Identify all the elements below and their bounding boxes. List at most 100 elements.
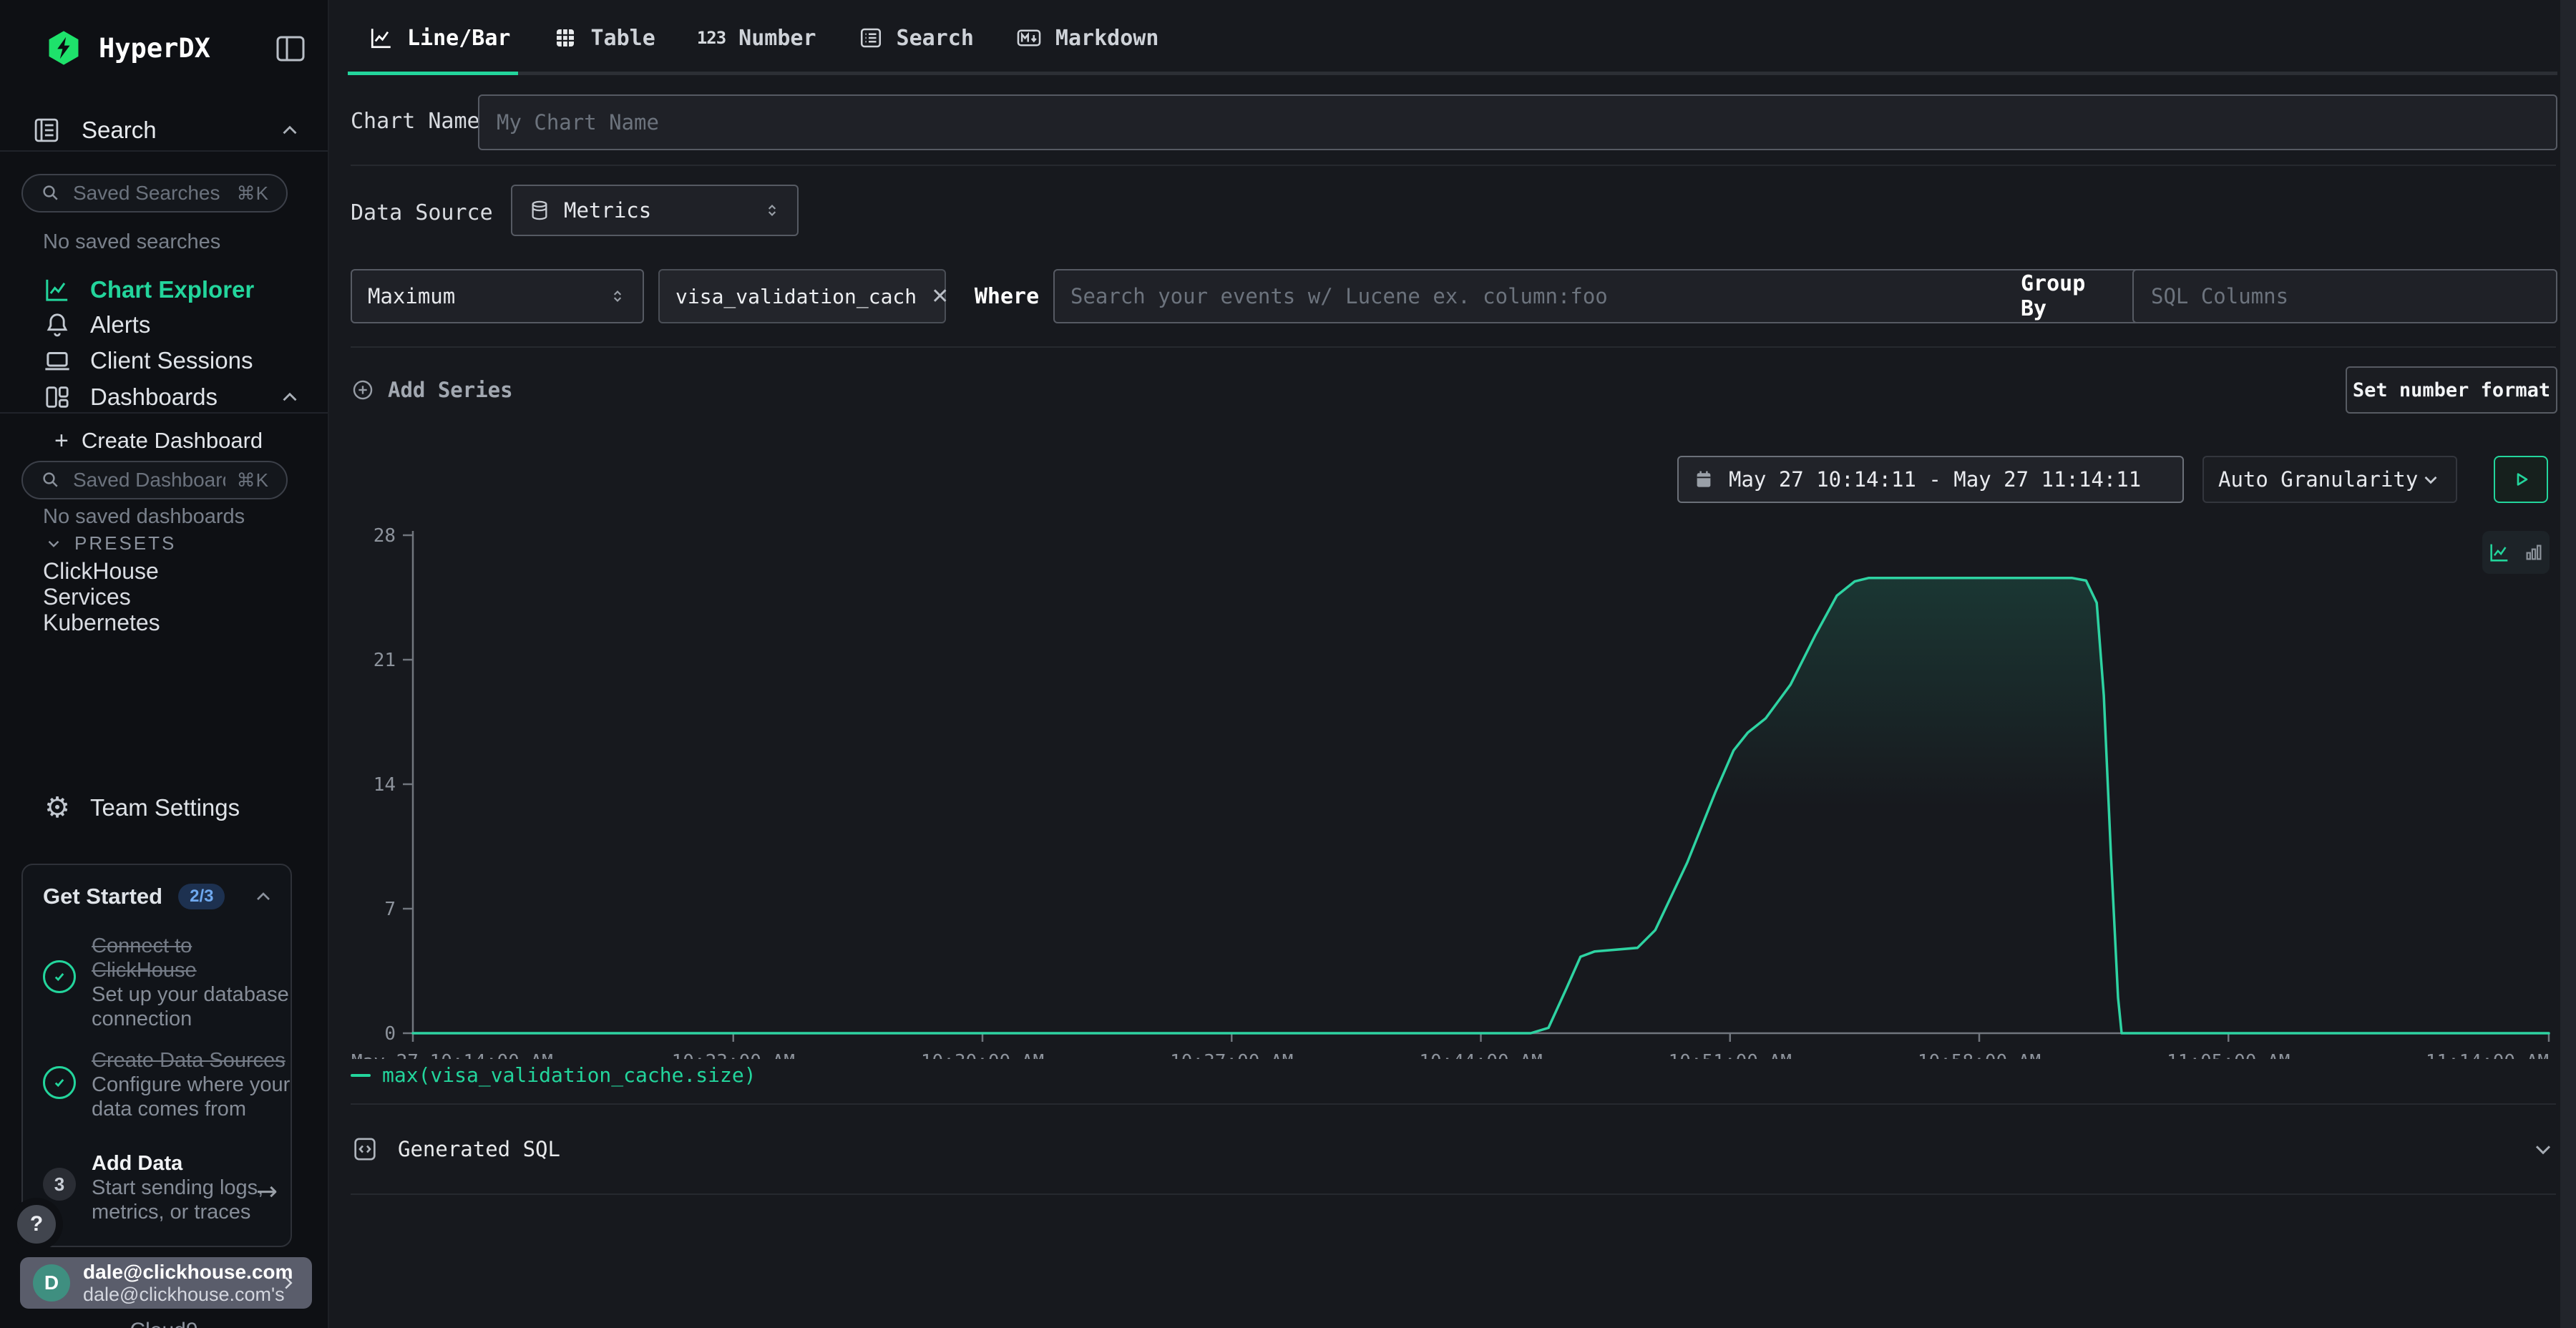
sidebar-section-search[interactable]: Search [0, 113, 328, 147]
line-chart-icon [42, 275, 73, 304]
get-started-item[interactable]: Create Data Sources Configure where your… [92, 1048, 302, 1121]
calendar-icon [1693, 469, 1714, 490]
where-search-input[interactable] [1070, 284, 2177, 308]
metric-tag[interactable]: visa_validation_cach ✕ [658, 269, 946, 323]
tab-table[interactable]: Table [532, 0, 676, 76]
tab-line-bar[interactable]: Line/Bar [348, 0, 532, 76]
step-desc: Configure where your data comes from [92, 1073, 302, 1121]
data-source-select[interactable]: Metrics [511, 185, 799, 236]
where-label: Where [964, 269, 1050, 323]
app-title: HyperDX [99, 33, 210, 64]
sidebar-item-client-sessions[interactable]: Client Sessions [0, 343, 328, 378]
markdown-icon [1015, 24, 1043, 52]
svg-text:10:51:00 AM: 10:51:00 AM [1669, 1051, 1792, 1059]
legend-line-swatch [351, 1074, 371, 1077]
search-icon [40, 469, 62, 491]
chevron-down-icon [44, 534, 63, 553]
code-icon [351, 1135, 379, 1163]
svg-text:21: 21 [374, 650, 396, 671]
user-email: dale@clickhouse.com [83, 1261, 265, 1284]
presets-label: PRESETS [74, 532, 176, 555]
chevron-up-icon[interactable] [278, 385, 302, 409]
metric-tag-label: visa_validation_cach [675, 285, 917, 308]
chevron-down-icon [2420, 469, 2441, 490]
sidebar-item-team-settings[interactable]: ⚙ Team Settings [0, 791, 328, 825]
aggregation-select[interactable]: Maximum [351, 269, 644, 323]
legend-label: max(visa_validation_cache.size) [382, 1063, 756, 1087]
shortcut-badge: ⌘K [237, 182, 269, 205]
user-menu[interactable]: D dale@clickhouse.com dale@clickhouse.co… [20, 1257, 312, 1309]
tab-markdown[interactable]: Markdown [995, 0, 1180, 76]
preset-services[interactable]: Services [43, 584, 131, 610]
group-by-input[interactable] [2132, 269, 2557, 323]
sidebar-section-dashboards[interactable]: Dashboards [0, 380, 328, 414]
presets-toggle[interactable]: PRESETS [44, 532, 176, 555]
create-dashboard-button[interactable]: + Create Dashboard [54, 425, 263, 456]
remove-tag-icon[interactable]: ✕ [931, 284, 949, 309]
sidebar-item-alerts[interactable]: Alerts [0, 308, 328, 342]
plus-icon: + [54, 427, 69, 455]
scrollbar-gutter[interactable] [2560, 0, 2576, 1328]
sidebar-item-chart-explorer[interactable]: Chart Explorer [0, 273, 328, 307]
database-icon [528, 199, 551, 222]
no-saved-searches-text: No saved searches [43, 230, 220, 254]
tab-label: Table [591, 26, 655, 51]
timeseries-chart[interactable]: 07142128May 27 10:14:00 AM10:23:00 AM10:… [331, 524, 2576, 1059]
chart-name-input[interactable] [478, 94, 2557, 150]
svg-text:11:14:00 AM: 11:14:00 AM [2426, 1051, 2549, 1059]
tab-search[interactable]: Search [837, 0, 995, 76]
main-content: Line/Bar Table 123 Number Search Markdow… [331, 0, 2576, 1328]
sidebar-item-label: Chart Explorer [90, 276, 254, 303]
truncated-bottom-text: Cloud9 [0, 1319, 328, 1328]
saved-dashboards-input[interactable] [73, 469, 225, 492]
svg-text:28: 28 [374, 525, 396, 547]
gear-icon: ⚙ [42, 794, 73, 822]
play-icon [2509, 468, 2532, 491]
chart-type-tabs: Line/Bar Table 123 Number Search Markdow… [331, 0, 2576, 76]
search-icon [40, 182, 62, 204]
step-title: Create Data Sources [92, 1048, 302, 1073]
step-desc: Set up your database connection [92, 982, 302, 1031]
chart-legend[interactable]: max(visa_validation_cache.size) [351, 1063, 756, 1087]
sidebar-item-label: Dashboards [90, 384, 218, 411]
chevron-up-icon[interactable] [278, 118, 302, 142]
saved-searches-search[interactable]: ⌘K [21, 174, 288, 213]
generated-sql-toggle[interactable]: Generated SQL [351, 1105, 2556, 1193]
arrow-right-icon[interactable]: → [256, 1177, 278, 1206]
saved-searches-input[interactable] [73, 182, 225, 205]
tabbar-underline [348, 72, 2557, 75]
line-chart-icon [369, 25, 394, 51]
laptop-icon [42, 346, 73, 376]
preset-clickhouse[interactable]: ClickHouse [43, 558, 159, 585]
svg-text:0: 0 [384, 1023, 396, 1045]
sidebar-item-label: Alerts [90, 311, 150, 338]
chevron-right-icon [278, 1272, 299, 1294]
get-started-panel: Get Started 2/3 Connect to ClickHouse Se… [21, 864, 292, 1247]
avatar: D [33, 1264, 70, 1302]
svg-text:14: 14 [374, 774, 396, 796]
date-range-picker[interactable]: May 27 10:14:11 - May 27 11:14:11 [1677, 456, 2184, 503]
saved-dashboards-search[interactable]: ⌘K [21, 461, 288, 499]
group-by-label: Group By [2021, 269, 2121, 323]
date-range-value: May 27 10:14:11 - May 27 11:14:11 [1729, 467, 2141, 492]
number-123-icon: 123 [697, 28, 726, 48]
tab-number[interactable]: 123 Number [676, 0, 837, 76]
hyperdx-logo-icon [44, 29, 83, 67]
dashboards-icon [42, 383, 73, 411]
active-tab-underline [348, 72, 518, 75]
svg-text:10:30:00 AM: 10:30:00 AM [921, 1051, 1044, 1059]
sidebar-collapse-icon[interactable] [273, 31, 308, 66]
help-button[interactable]: ? [17, 1205, 56, 1244]
chevron-down-icon[interactable] [2530, 1136, 2556, 1162]
chevron-up-icon[interactable] [252, 885, 275, 908]
granularity-select[interactable]: Auto Granularity [2202, 456, 2457, 503]
set-number-format-button[interactable]: Set number format [2346, 366, 2557, 414]
add-series-button[interactable]: Add Series [351, 374, 513, 406]
get-started-item[interactable]: Connect to ClickHouse Set up your databa… [92, 934, 302, 1031]
preset-kubernetes[interactable]: Kubernetes [43, 610, 160, 636]
svg-text:10:37:00 AM: 10:37:00 AM [1170, 1051, 1293, 1059]
tab-label: Number [738, 26, 816, 51]
check-circle-icon [43, 1066, 76, 1099]
step-title: Connect to ClickHouse [92, 934, 302, 982]
run-query-button[interactable] [2494, 456, 2548, 503]
